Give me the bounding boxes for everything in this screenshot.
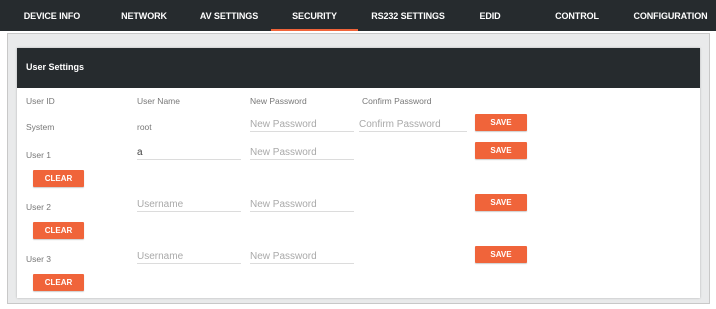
- user3-username-field[interactable]: [137, 246, 241, 265]
- clear-button-user2[interactable]: CLEAR: [33, 222, 84, 239]
- row-user2-id: User 2: [26, 202, 52, 212]
- clear-button-user1[interactable]: CLEAR: [33, 170, 84, 187]
- top-nav: DEVICE INFO NETWORK AV SETTINGS SECURITY…: [0, 0, 716, 31]
- tab-av-settings[interactable]: AV SETTINGS: [188, 0, 270, 31]
- row-system-username: root: [137, 122, 152, 132]
- user3-username-input[interactable]: [137, 248, 241, 265]
- row-user3-id: User 3: [26, 254, 52, 264]
- user2-new-password-field[interactable]: [250, 194, 354, 213]
- save-button-user3[interactable]: SAVE: [475, 246, 527, 263]
- save-button-user1[interactable]: SAVE: [475, 142, 527, 159]
- user1-username-input[interactable]: [137, 144, 241, 161]
- save-button-user2[interactable]: SAVE: [475, 194, 527, 211]
- header-user-id: User ID: [26, 96, 55, 106]
- tab-device-info[interactable]: DEVICE INFO: [0, 0, 104, 31]
- row-user1-id: User 1: [26, 150, 52, 160]
- clear-button-user3[interactable]: CLEAR: [33, 274, 84, 291]
- tab-configuration[interactable]: CONFIGURATION: [625, 0, 716, 31]
- header-confirm-password: Confirm Password: [362, 96, 432, 106]
- user2-username-field[interactable]: [137, 194, 241, 213]
- header-user-name: User Name: [137, 96, 180, 106]
- user3-new-password-field[interactable]: [250, 246, 354, 265]
- system-new-password-field[interactable]: [250, 114, 354, 133]
- user2-username-input[interactable]: [137, 196, 241, 213]
- tab-control[interactable]: CONTROL: [535, 0, 619, 31]
- user-settings-card: User Settings User ID User Name New Pass…: [17, 48, 700, 298]
- tab-security[interactable]: SECURITY: [271, 0, 358, 31]
- user3-new-password-input[interactable]: [250, 248, 354, 265]
- user2-new-password-input[interactable]: [250, 196, 354, 213]
- header-new-password: New Password: [250, 96, 307, 106]
- system-confirm-password-input[interactable]: [359, 116, 467, 133]
- card-title: User Settings: [26, 62, 85, 72]
- user1-new-password-field[interactable]: [250, 142, 354, 161]
- row-system-id: System: [26, 122, 55, 132]
- save-button-system[interactable]: SAVE: [475, 114, 527, 131]
- system-new-password-input[interactable]: [250, 116, 354, 133]
- tab-edid[interactable]: EDID: [460, 0, 520, 31]
- card-header: User Settings: [17, 48, 700, 88]
- user1-new-password-input[interactable]: [250, 144, 354, 161]
- tab-network[interactable]: NETWORK: [104, 0, 184, 31]
- system-confirm-password-field[interactable]: [359, 114, 467, 133]
- tab-rs232-settings[interactable]: RS232 SETTINGS: [358, 0, 458, 31]
- user1-username-field[interactable]: [137, 142, 241, 161]
